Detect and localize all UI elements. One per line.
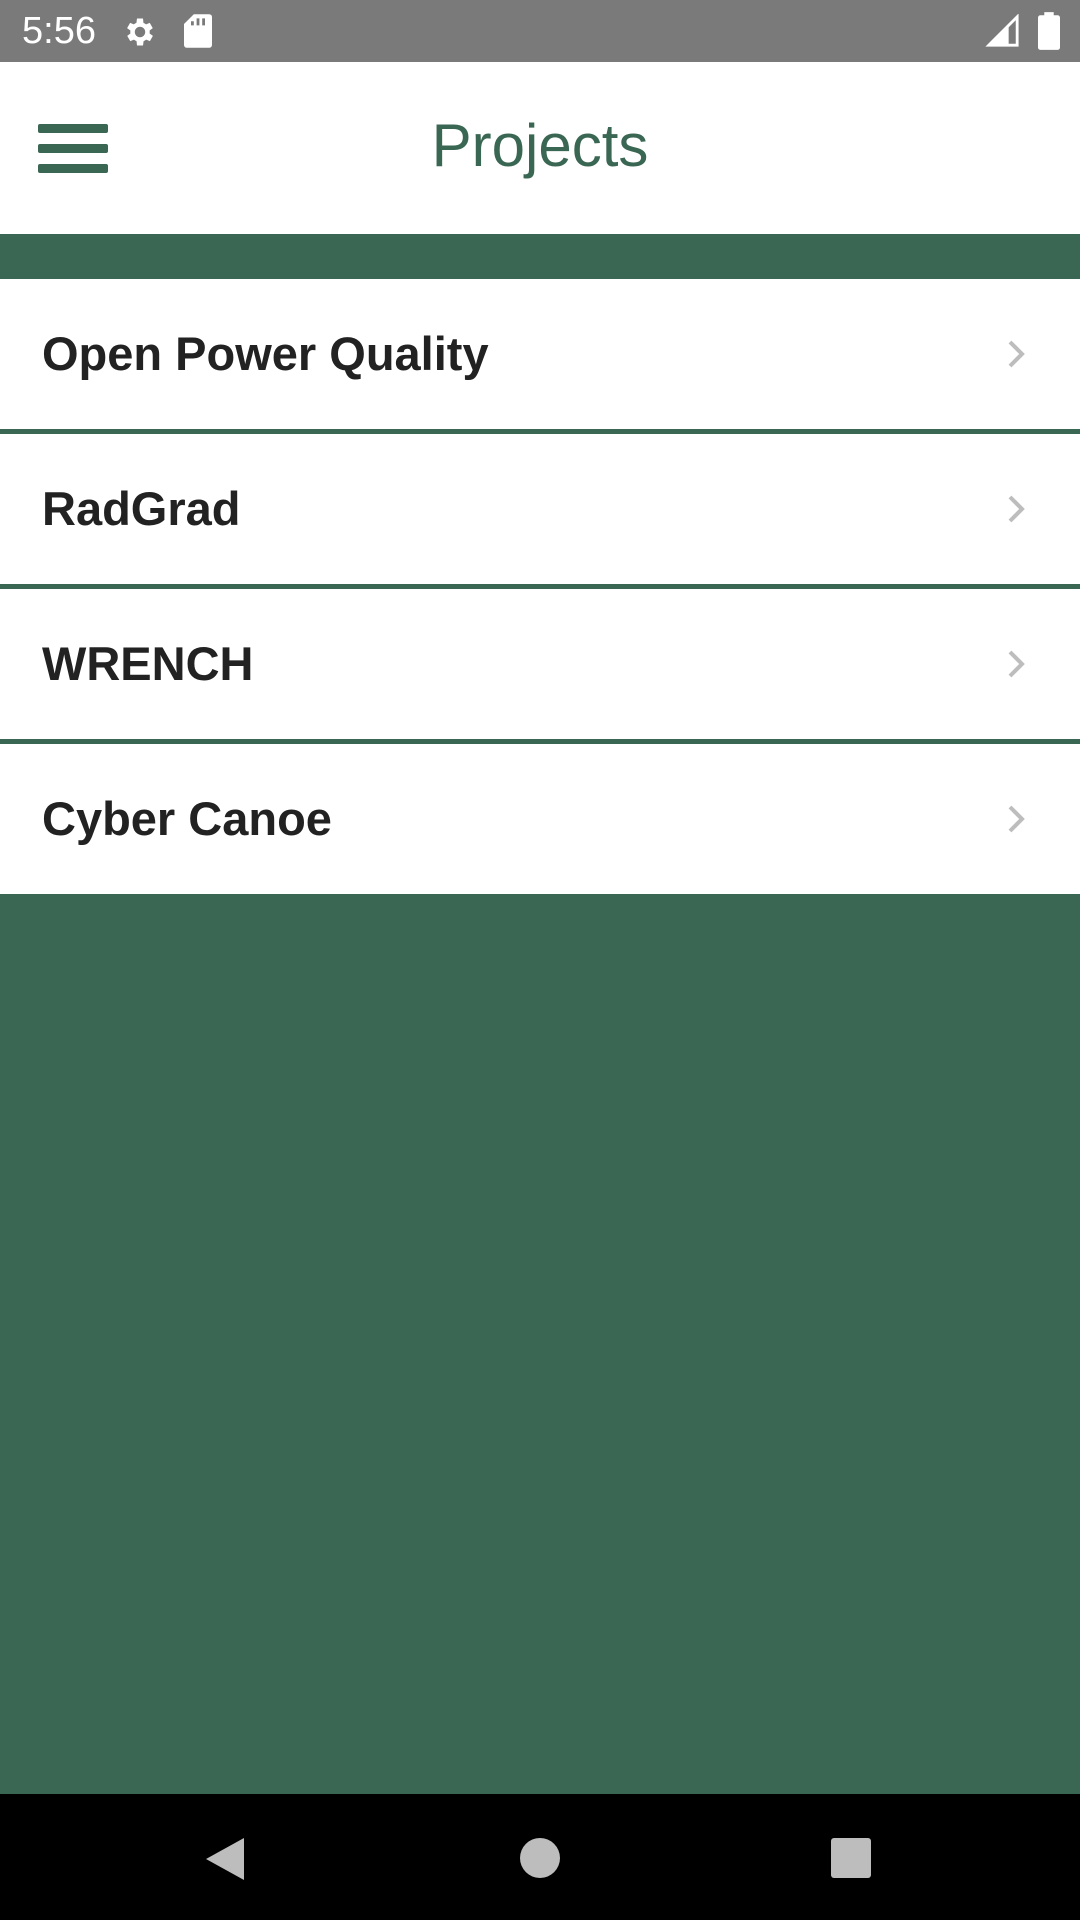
list-item-wrench[interactable]: WRENCH: [0, 589, 1080, 739]
sd-card-icon: [184, 14, 212, 48]
app-bar: Projects: [0, 62, 1080, 234]
list-item-cyber-canoe[interactable]: Cyber Canoe: [0, 744, 1080, 894]
back-icon[interactable]: [204, 1836, 246, 1882]
screen: 5:56 Projects Open Power Quality RadGrad…: [0, 0, 1080, 1920]
home-icon[interactable]: [520, 1838, 560, 1878]
list-item-label: Open Power Quality: [42, 327, 489, 380]
header-band: [0, 234, 1080, 279]
list-item-label: RadGrad: [42, 482, 241, 535]
battery-icon: [1038, 12, 1060, 50]
navigation-bar: [0, 1794, 1080, 1920]
list-item-radgrad[interactable]: RadGrad: [0, 434, 1080, 584]
page-title: Projects: [431, 112, 649, 179]
chevron-right-icon: [1008, 340, 1025, 368]
chevron-right-icon: [1008, 805, 1025, 833]
signal-icon: [985, 14, 1019, 47]
chevron-right-icon: [1008, 650, 1025, 678]
list-item-open-power-quality[interactable]: Open Power Quality: [0, 279, 1080, 429]
list-item-label: WRENCH: [42, 637, 254, 690]
list-item-label: Cyber Canoe: [42, 792, 332, 845]
status-time: 5:56: [22, 10, 96, 52]
status-bar: 5:56: [0, 0, 1080, 62]
chevron-right-icon: [1008, 495, 1025, 523]
project-list: Open Power Quality RadGrad WRENCH Cyber …: [0, 279, 1080, 894]
recents-icon[interactable]: [831, 1838, 871, 1878]
settings-icon: [127, 18, 153, 46]
